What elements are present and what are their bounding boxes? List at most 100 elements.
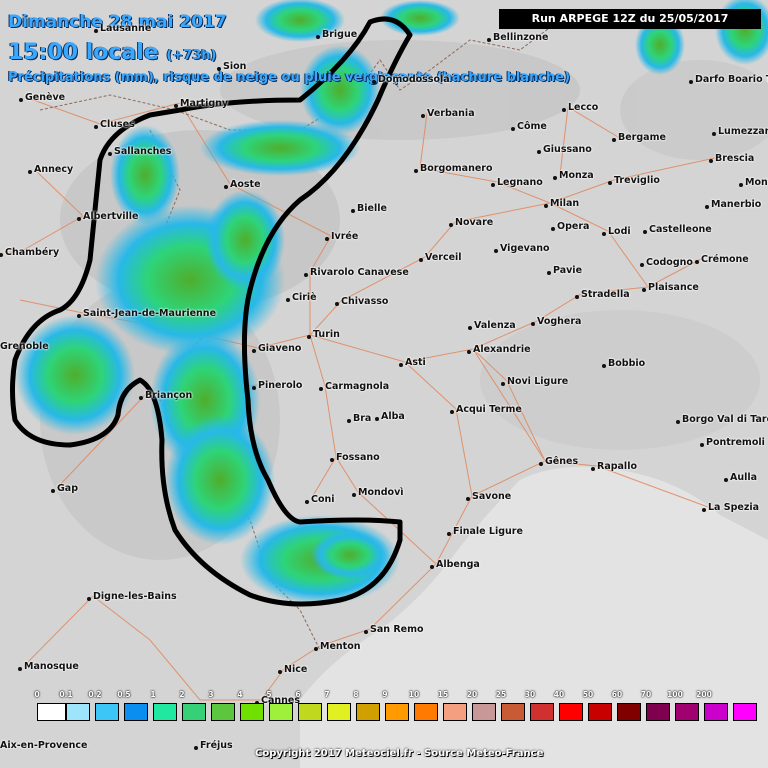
city-label: Monza [559,170,594,181]
city-marker [286,298,290,302]
time-value: 15:00 locale [8,40,159,65]
city-label: Stradella [581,289,630,300]
legend-level: 25 [495,690,507,699]
legend-level: 40 [553,690,565,699]
city-label: Crémone [701,254,749,265]
city-marker [351,209,355,213]
city-marker [547,271,551,275]
city-marker [414,169,418,173]
legend-level: 0.1 [59,690,73,699]
city-marker [347,419,351,423]
legend-swatch [443,703,467,721]
city-marker [430,565,434,569]
city-label: Coni [311,494,335,505]
city-label: Ciriè [292,292,317,303]
city-label: Annecy [34,164,74,175]
city-label: Plaisance [648,282,699,293]
city-marker [702,508,706,512]
city-marker [642,288,646,292]
city-label: Aoste [230,179,261,190]
city-label: Legnano [497,177,543,188]
city-marker [531,322,535,326]
legend-swatch [211,703,235,721]
city-marker [450,410,454,414]
legend-swatch [269,703,293,721]
city-label: Fréjus [200,740,233,751]
city-marker [314,647,318,651]
city-marker [467,350,471,354]
lead-time: (+73h) [166,48,217,63]
legend-swatch [182,703,206,721]
city-marker [28,170,32,174]
city-label: Saint-Jean-de-Maurienne [83,308,217,319]
legend-swatch [414,703,438,721]
city-marker [352,493,356,497]
city-label: Asti [405,357,426,368]
city-marker [447,532,451,536]
city-label: Turin [313,329,340,340]
city-label: Bellinzone [493,32,549,43]
city-label: Lecco [568,102,599,113]
city-marker [539,462,543,466]
city-label: Giaveno [258,343,302,354]
legend-swatch [385,703,409,721]
city-marker [399,363,403,367]
city-marker [643,230,647,234]
city-marker [139,396,143,400]
city-marker [94,125,98,129]
legend-swatch [356,703,380,721]
city-label: Verceil [425,252,462,263]
city-label: Alba [381,411,405,422]
city-label: Treviglio [614,175,660,186]
city-label: Borgomanero [420,163,493,174]
city-label: Menton [320,641,361,652]
city-marker [51,489,55,493]
city-marker [319,387,323,391]
city-label: Briançon [145,390,193,401]
city-label: Pontremoli [706,437,765,448]
city-label: Bobbio [608,358,646,369]
legend-swatch [298,703,322,721]
legend-level: 4 [237,690,243,699]
legend-level: 0.5 [117,690,131,699]
city-marker [491,183,495,187]
city-label: Novi Ligure [507,376,569,387]
legend-swatch [501,703,525,721]
city-label: Voghera [537,316,582,327]
legend-level: 15 [437,690,449,699]
city-label: Alexandrie [473,344,531,355]
city-label: San Remo [370,624,424,635]
legend-level: 6 [295,690,301,699]
legend-level: 2 [179,690,185,699]
city-label: Digne-les-Bains [93,591,177,602]
city-marker [252,386,256,390]
product-line: Précipitations (mm), risque de neige ou … [8,70,571,85]
city-label: Cluses [100,119,135,130]
city-label: Sion [223,61,247,72]
legend-level: 5 [266,690,272,699]
city-marker [602,232,606,236]
city-marker [602,364,606,368]
legend-level: 60 [611,690,623,699]
legend-swatch [704,703,728,721]
city-marker [77,314,81,318]
city-label: Rivarolo Canavese [310,267,409,278]
city-marker [108,152,112,156]
legend-level: 9 [382,690,388,699]
city-label: Gênes [545,456,579,467]
legend-swatch [95,703,119,721]
legend-level: 0.2 [88,690,102,699]
city-marker [94,29,98,33]
city-label: Vigevano [500,243,550,254]
city-label: Pinerolo [258,380,303,391]
legend-swatch [675,703,699,721]
city-label: Darfo Boario Terme [695,74,768,85]
city-marker [700,443,704,447]
city-label: Milan [550,198,580,209]
city-marker [449,223,453,227]
city-label: Grenoble [0,341,49,352]
city-label: Manosque [24,661,79,672]
city-label: Acqui Terme [456,404,522,415]
city-label: Giussano [543,144,592,155]
city-label: Lumezzane [718,126,768,137]
